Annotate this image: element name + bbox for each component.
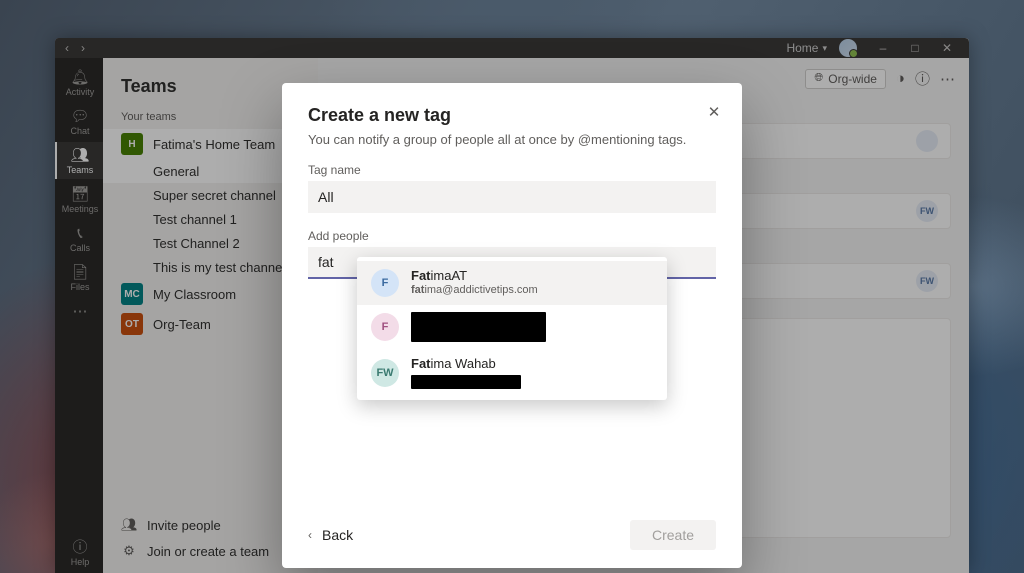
- chevron-left-icon: ‹: [308, 528, 312, 542]
- suggestion-avatar: F: [371, 269, 399, 297]
- people-suggestions: F FatimaAT fatima@addictivetips.com F FW…: [357, 257, 667, 400]
- suggestion-row[interactable]: FW Fatima Wahab: [357, 349, 667, 396]
- suggestion-row[interactable]: F: [357, 305, 667, 349]
- modal-title: Create a new tag: [308, 105, 716, 126]
- suggestion-avatar: F: [371, 313, 399, 341]
- suggestion-avatar: FW: [371, 359, 399, 387]
- suggestion-name: Fatima Wahab: [411, 356, 521, 371]
- create-button[interactable]: Create: [630, 520, 716, 550]
- modal-subtitle: You can notify a group of people all at …: [308, 132, 716, 147]
- redacted-name: [411, 312, 546, 342]
- redacted-email: [411, 375, 521, 389]
- tag-name-label: Tag name: [308, 163, 716, 177]
- close-button[interactable]: ✕: [704, 103, 724, 123]
- suggestion-name: FatimaAT: [411, 268, 538, 284]
- back-button[interactable]: ‹ Back: [308, 527, 353, 543]
- suggestion-email: fatima@addictivetips.com: [411, 284, 538, 298]
- add-people-label: Add people: [308, 229, 716, 243]
- teams-window: ‹ › Home ▾ – □ ✕ 🔔︎ Activity 💬︎ Chat: [55, 38, 969, 573]
- suggestion-row[interactable]: F FatimaAT fatima@addictivetips.com: [357, 261, 667, 305]
- tag-name-input[interactable]: [308, 181, 716, 213]
